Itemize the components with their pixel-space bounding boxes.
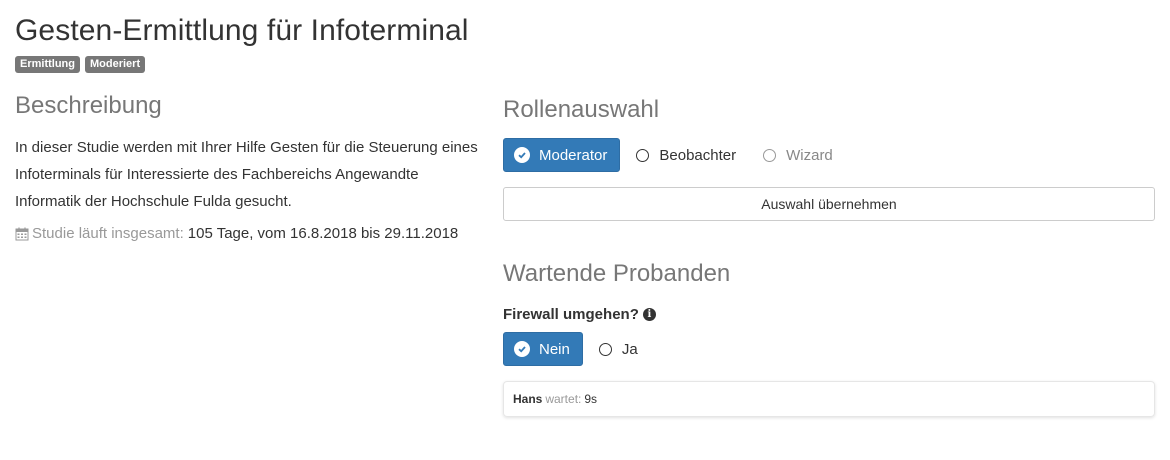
info-icon[interactable]: i (642, 308, 656, 321)
check-circle-icon (514, 341, 530, 357)
participant-status-label: wartet: (545, 392, 582, 406)
role-moderator-label: Moderator (539, 146, 608, 164)
radio-circle-icon (763, 148, 777, 162)
radio-circle-icon (598, 342, 612, 356)
calendar-icon (15, 227, 29, 240)
check-circle-icon (514, 147, 530, 163)
waiting-heading: Wartende Probanden (503, 260, 731, 287)
waiting-participants-panel: Wartende Probanden Firewall umgehen? i N… (503, 260, 1155, 417)
firewall-ja-radio[interactable]: Ja (598, 340, 638, 358)
duration-value: 105 Tage, vom 16.8.2018 bis 29.11.2018 (187, 225, 459, 242)
firewall-label-row: Firewall umgehen? i (503, 306, 1155, 323)
firewall-label: Firewall umgehen? (503, 306, 639, 323)
description-panel: Beschreibung In dieser Studie werden mit… (15, 92, 485, 242)
role-selection-panel: Rollenauswahl Moderator Beobachter Wizar… (503, 96, 1155, 221)
role-wizard-label: Wizard (786, 146, 833, 164)
description-heading: Beschreibung (15, 92, 162, 119)
badge-group: Ermittlung Moderiert (15, 56, 146, 73)
duration-label: Studie läuft insgesamt: (32, 225, 184, 242)
badge-moderiert: Moderiert (85, 56, 146, 73)
firewall-nein-button[interactable]: Nein (503, 332, 583, 366)
firewall-ja-label: Ja (621, 340, 638, 358)
role-beobachter-radio[interactable]: Beobachter (636, 147, 736, 164)
participant-name: Hans (513, 392, 543, 406)
apply-selection-button[interactable]: Auswahl übernehmen (503, 187, 1155, 221)
role-beobachter-label: Beobachter (659, 146, 737, 164)
badge-ermittlung: Ermittlung (15, 56, 80, 73)
radio-circle-icon (636, 148, 650, 162)
description-text: In dieser Studie werden mit Ihrer Hilfe … (15, 139, 478, 210)
page: Gesten-Ermittlung für Infoterminal Ermit… (0, 0, 1170, 460)
firewall-nein-label: Nein (539, 340, 570, 358)
role-options: Moderator Beobachter Wizard (503, 138, 1155, 172)
firewall-options: Nein Ja (503, 332, 1155, 366)
study-duration: Studie läuft insgesamt: 105 Tage, vom 16… (15, 225, 485, 242)
participant-wait-time: 9s (584, 392, 598, 406)
role-moderator-button[interactable]: Moderator (503, 138, 621, 172)
role-wizard-radio[interactable]: Wizard (763, 147, 833, 164)
list-item[interactable]: Hans wartet: 9s (503, 381, 1155, 417)
role-heading: Rollenauswahl (503, 96, 660, 123)
page-title: Gesten-Ermittlung für Infoterminal (15, 14, 469, 47)
